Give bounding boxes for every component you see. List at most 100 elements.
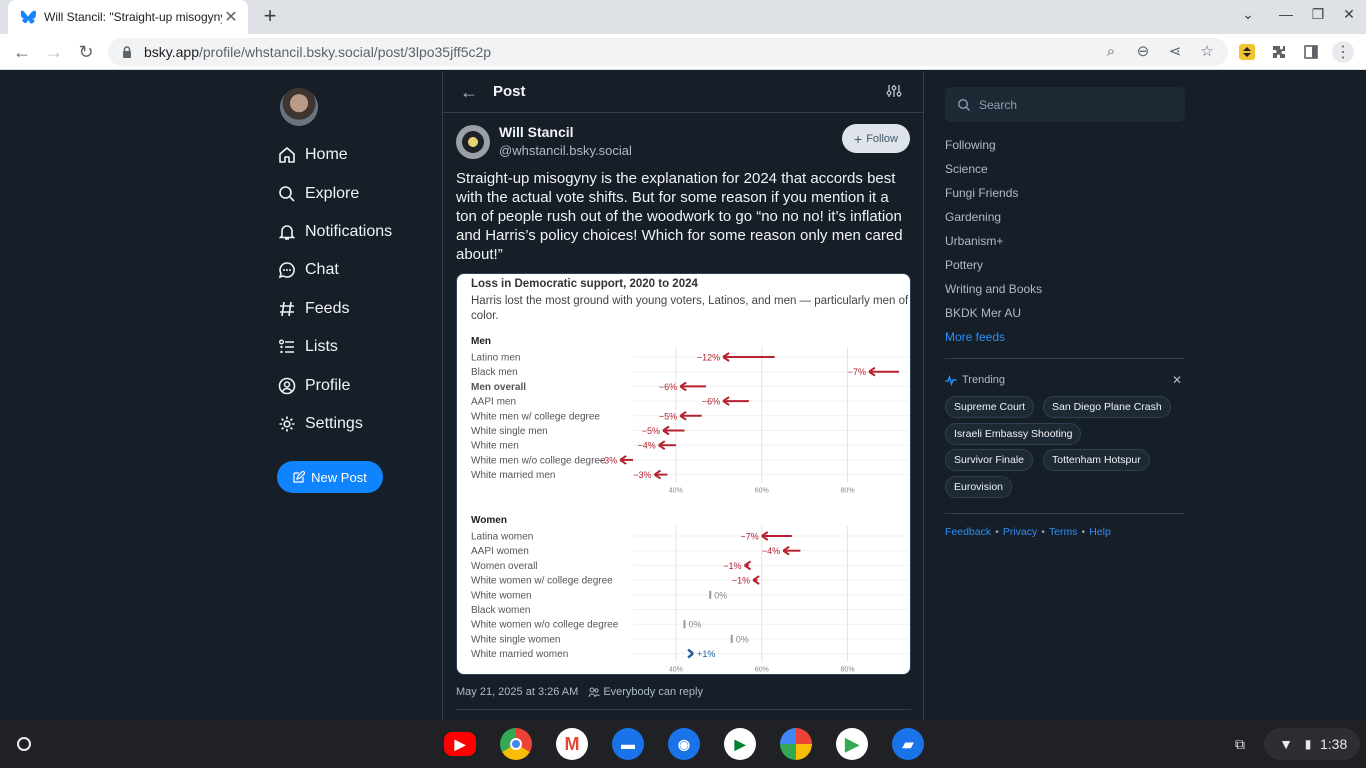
nav-lists-label: Lists [305, 338, 338, 355]
nav-lists[interactable]: Lists [277, 333, 338, 361]
chart-value-label: 0% [714, 590, 727, 600]
chart-value-label: 0% [688, 620, 701, 630]
feed-link[interactable]: Writing and Books [945, 282, 1042, 296]
share-icon[interactable]: ⋖ [1166, 43, 1184, 61]
trending-chip[interactable]: Survivor Finale [945, 449, 1034, 471]
nav-explore[interactable]: Explore [277, 180, 359, 208]
reply-setting[interactable]: Everybody can reply [603, 686, 703, 698]
post-header: ← Post [443, 71, 923, 113]
nav-chat-label: Chat [305, 261, 339, 278]
close-window-icon[interactable]: ✕ [1337, 6, 1361, 23]
author-handle[interactable]: @whstancil.bsky.social [499, 143, 632, 158]
feed-link[interactable]: Gardening [945, 210, 1001, 224]
search-page-icon[interactable]: ⌕ [1102, 43, 1120, 61]
launcher-circle-icon [17, 737, 31, 751]
trending-chip[interactable]: Israeli Embassy Shooting [945, 423, 1082, 445]
feed-link[interactable]: Pottery [945, 258, 983, 272]
reload-icon[interactable]: ↻ [72, 38, 100, 66]
menu-kebab-icon[interactable]: ⋮ [1332, 41, 1354, 63]
gmail-icon[interactable]: M [556, 728, 588, 760]
browser-tabbar: Will Stancil: "Straight-up misogyny ✕ + … [0, 0, 1366, 34]
home-icon [279, 147, 295, 163]
chart-row-label: Women overall [471, 561, 538, 572]
nav-home[interactable]: Home [277, 141, 348, 169]
chart-value-label: +1% [697, 649, 715, 659]
chart-row-label: White women w/ college degree [471, 576, 613, 587]
more-feeds-link[interactable]: More feeds [945, 330, 1005, 344]
trending-chip[interactable]: Eurovision [945, 476, 1013, 498]
feed-link[interactable]: Following [945, 138, 996, 152]
extension-badge-icon[interactable] [1236, 41, 1258, 63]
nav-notifications[interactable]: Notifications [277, 218, 392, 246]
help-link[interactable]: Help [1089, 526, 1111, 538]
os-shelf: ▶ M ▬ ◉ ▶ ▶ ▰ ⧉ ▼ ▮ 1:38 [0, 720, 1366, 768]
play-store-icon[interactable]: ▶ [836, 728, 868, 760]
new-post-button[interactable]: New Post [277, 461, 383, 493]
nav-feeds[interactable]: Feeds [277, 295, 349, 323]
new-tab-button[interactable]: + [258, 4, 282, 28]
url-text: bsky.app/profile/whstancil.bsky.social/p… [144, 44, 492, 60]
nav-chat[interactable]: Chat [277, 256, 339, 284]
restore-icon[interactable]: ❐ [1306, 6, 1330, 23]
chart-row-label: Latino men [471, 353, 520, 364]
chart-row-label: AAPI women [471, 546, 529, 557]
trending-chip[interactable]: San Diego Plane Crash [1043, 396, 1171, 418]
my-avatar[interactable] [280, 88, 318, 126]
feed-link[interactable]: Science [945, 162, 988, 176]
feed-link[interactable]: Urbanism+ [945, 234, 1003, 248]
lock-icon [120, 45, 134, 59]
zoom-out-icon[interactable]: ⊖ [1134, 43, 1152, 61]
files-icon[interactable]: ▰ [892, 728, 924, 760]
chart-tick-label: 40% [669, 488, 683, 495]
back-arrow-icon[interactable]: ← [460, 82, 480, 102]
nav-profile[interactable]: Profile [277, 372, 350, 400]
tab-close-icon[interactable]: ✕ [222, 7, 240, 27]
follow-button[interactable]: + Follow [842, 124, 910, 153]
list-icon [279, 339, 294, 354]
address-bar[interactable]: bsky.app/profile/whstancil.bsky.social/p… [108, 38, 1228, 66]
launcher-button[interactable] [8, 728, 40, 760]
tab-search-icon[interactable]: ⌄ [1236, 6, 1260, 23]
divider [456, 709, 911, 710]
divider [945, 513, 1185, 514]
extensions-puzzle-icon[interactable] [1268, 41, 1290, 63]
chrome-icon[interactable] [500, 728, 532, 760]
chart-value-label: −3% [599, 455, 617, 465]
feedback-link[interactable]: Feedback [945, 526, 991, 538]
terms-link[interactable]: Terms [1049, 526, 1078, 538]
bookmark-star-icon[interactable]: ☆ [1198, 43, 1216, 61]
plus-icon: + [854, 130, 863, 147]
privacy-link[interactable]: Privacy [1003, 526, 1037, 538]
chart-tick-label: 80% [841, 667, 855, 674]
wifi-icon: ▼ [1279, 736, 1293, 752]
post-image-chart[interactable]: Loss in Democratic support, 2020 to 2024… [456, 273, 911, 675]
photos-icon[interactable] [780, 728, 812, 760]
nav-profile-label: Profile [305, 377, 351, 394]
feed-link[interactable]: BKDK Mer AU [945, 306, 1021, 320]
footer-links: Feedback • Privacy • Terms • Help [945, 526, 1111, 538]
meet-icon[interactable]: ▶ [724, 728, 756, 760]
nav-settings[interactable]: Settings [277, 410, 363, 438]
camera-icon[interactable]: ◉ [668, 728, 700, 760]
chart-group-label: Women [471, 515, 507, 526]
close-icon[interactable]: ✕ [1172, 373, 1182, 387]
messages-icon[interactable]: ▬ [612, 728, 644, 760]
feed-link[interactable]: Fungi Friends [945, 186, 1018, 200]
trending-chip[interactable]: Tottenham Hotspur [1043, 449, 1150, 471]
trending-chip[interactable]: Supreme Court [945, 396, 1035, 418]
side-panel-icon[interactable] [1300, 41, 1322, 63]
minimize-icon[interactable]: — [1274, 6, 1298, 22]
gear-icon [279, 416, 295, 432]
author-name[interactable]: Will Stancil [499, 124, 574, 140]
thread-settings-icon[interactable] [886, 83, 902, 99]
holding-space-icon[interactable]: ⧉ [1228, 732, 1252, 756]
author-avatar[interactable] [456, 125, 490, 159]
chart-tick-label: 60% [755, 667, 769, 674]
browser-tab[interactable]: Will Stancil: "Straight-up misogyny ✕ [8, 0, 248, 34]
search-input[interactable]: Search [945, 87, 1185, 122]
forward-icon[interactable]: → [40, 38, 68, 66]
trending-header: Trending [945, 374, 1005, 386]
back-icon[interactable]: ← [8, 38, 36, 66]
chart-row-label: White married women [471, 649, 568, 660]
youtube-icon[interactable]: ▶ [444, 732, 476, 756]
